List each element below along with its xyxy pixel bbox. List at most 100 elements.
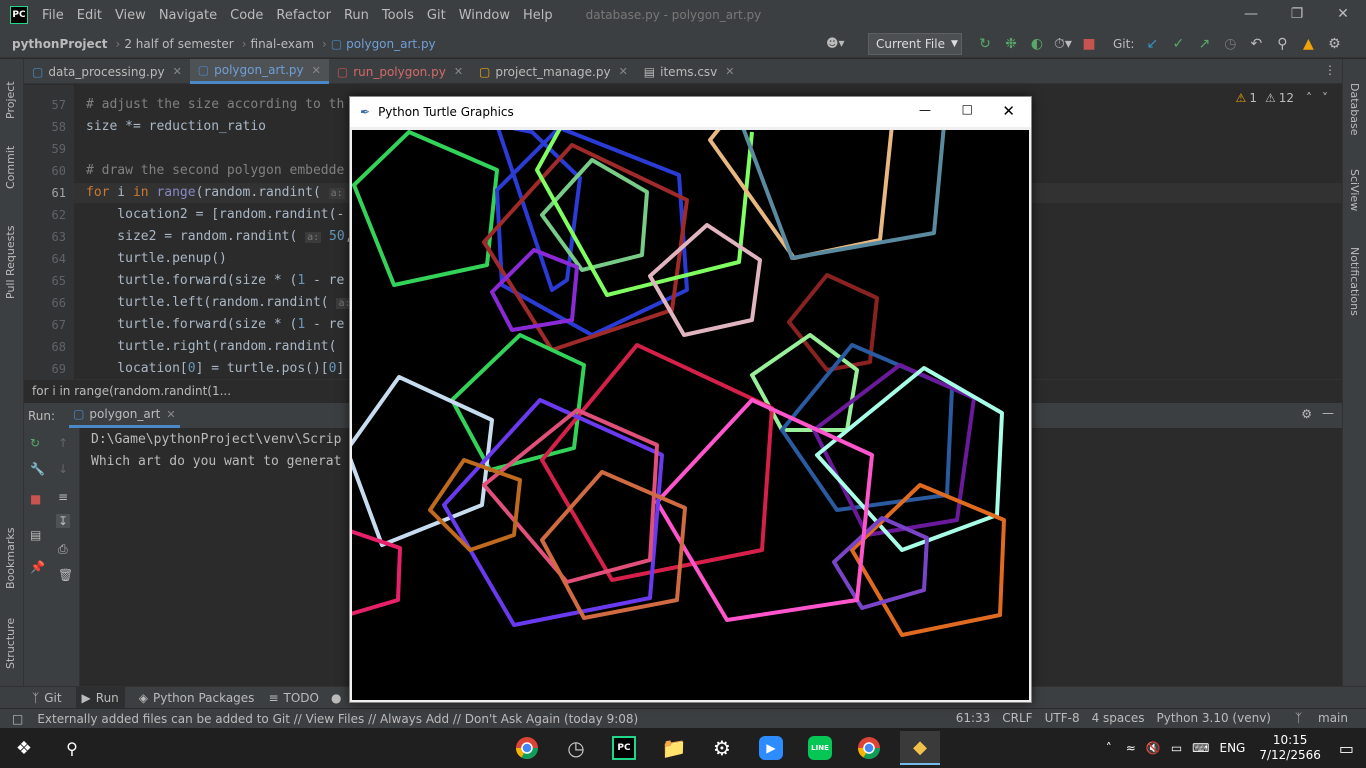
turtle-graphics-window[interactable]: ✒ Python Turtle Graphics — □ ✕ — [345, 96, 1032, 703]
stop-icon[interactable]: ■ — [1079, 34, 1099, 54]
history-icon[interactable]: ◷ — [1220, 34, 1240, 54]
tab-items-csv[interactable]: ▤ items.csv ✕ — [636, 59, 743, 84]
database-tool-tab[interactable]: Database — [1348, 83, 1361, 136]
tab-run-polygon[interactable]: ▢ run_polygon.py ✕ — [329, 59, 471, 84]
close-tab-icon[interactable]: ✕ — [166, 408, 175, 421]
updates-icon[interactable]: ▲ — [1298, 34, 1318, 54]
pycharm-icon[interactable]: PC — [610, 734, 638, 762]
settings-icon[interactable]: ⚙ — [1301, 407, 1312, 421]
breadcrumb-subfolder[interactable]: final-exam — [251, 37, 315, 51]
close-tab-icon[interactable]: ✕ — [725, 65, 734, 78]
breadcrumb-folder-2[interactable]: semester — [178, 37, 234, 51]
input-method-icon[interactable]: ⌨ — [1192, 741, 1209, 755]
indent-setting[interactable]: 4 spaces — [1092, 711, 1145, 725]
run-configuration-select[interactable]: Current File ▼ — [868, 33, 962, 55]
menu-edit[interactable]: Edit — [77, 8, 102, 23]
python-packages-tool-button[interactable]: ◈ Python Packages — [139, 691, 255, 705]
file-explorer-icon[interactable]: 📁 — [660, 734, 688, 762]
close-icon[interactable]: ✕ — [1002, 102, 1015, 120]
menu-help[interactable]: Help — [523, 8, 553, 23]
maximize-icon[interactable]: □ — [962, 102, 973, 116]
profile-icon[interactable]: ⏱▾ — [1053, 34, 1073, 54]
battery-icon[interactable]: ▭ — [1171, 741, 1182, 755]
windows-start-icon[interactable]: ❖ — [10, 734, 38, 762]
restore-icon[interactable]: ❐ — [1274, 0, 1320, 28]
wifi-icon[interactable]: ≈ — [1126, 741, 1136, 755]
clock[interactable]: 10:15 7/12/2566 — [1259, 733, 1321, 763]
tab-data-processing[interactable]: ▢ data_processing.py ✕ — [24, 59, 190, 84]
status-toggle-icon[interactable]: □ — [12, 712, 23, 726]
trash-icon[interactable]: 🗑 — [58, 568, 73, 582]
scope-breadcrumb[interactable]: for i in range(random.randint(1... — [32, 384, 231, 398]
close-icon[interactable]: ✕ — [1320, 0, 1366, 28]
turtle-canvas[interactable] — [345, 123, 1029, 700]
breadcrumb-file[interactable]: polygon_art.py — [346, 37, 435, 51]
rerun-icon[interactable]: ↻ — [30, 436, 40, 450]
wrench-icon[interactable]: 🔧 — [30, 462, 45, 476]
arrow-up-icon[interactable]: ↑ — [58, 436, 68, 450]
more-options-icon[interactable]: ⋮ — [1324, 63, 1336, 77]
rollback-icon[interactable]: ↶ — [1246, 34, 1266, 54]
menu-tools[interactable]: Tools — [382, 8, 414, 23]
chevron-up-icon[interactable]: ˄ — [1306, 91, 1312, 105]
settings-icon[interactable]: ⚙ — [1324, 34, 1344, 54]
minimize-icon[interactable]: — — [919, 103, 931, 117]
python-turtle-icon[interactable]: ◆ — [900, 731, 940, 765]
soft-wrap-icon[interactable]: ≡ — [58, 490, 68, 504]
menu-navigate[interactable]: Navigate — [159, 8, 217, 23]
menu-window[interactable]: Window — [459, 8, 510, 23]
speedometer-app-icon[interactable]: ◷ — [562, 734, 590, 762]
stop-icon[interactable]: ■ — [30, 492, 41, 506]
arrow-down-icon[interactable]: ↓ — [58, 462, 68, 476]
turtle-window-titlebar[interactable]: ✒ Python Turtle Graphics — □ ✕ — [350, 97, 1031, 127]
bookmarks-tool-tab[interactable]: Bookmarks — [4, 528, 17, 589]
problems-icon[interactable]: ● — [331, 691, 341, 705]
menu-refactor[interactable]: Refactor — [276, 8, 331, 23]
tab-project-manage[interactable]: ▢ project_manage.py ✕ — [471, 59, 636, 84]
search-icon[interactable]: ⚲ — [1272, 34, 1292, 54]
git-commit-icon[interactable]: ✓ — [1168, 34, 1188, 54]
sciview-tool-tab[interactable]: SciView — [1348, 169, 1361, 211]
notification-center-icon[interactable]: ▭ — [1339, 739, 1354, 758]
tab-polygon-art[interactable]: ▢ polygon_art.py ✕ — [189, 59, 329, 84]
chevron-up-icon[interactable]: ˄ — [1106, 741, 1112, 755]
git-tool-button[interactable]: ᛉ Git — [32, 691, 62, 705]
pull-requests-tool-tab[interactable]: Pull Requests — [4, 226, 17, 299]
breadcrumb-project[interactable]: pythonProject — [12, 37, 108, 51]
rerun-icon[interactable]: ↻ — [975, 34, 995, 54]
layout-icon[interactable]: ▤ — [30, 528, 41, 542]
notifications-tool-tab[interactable]: Notifications — [1348, 247, 1361, 316]
menu-code[interactable]: Code — [230, 8, 263, 23]
git-branch[interactable]: ᛉ main — [1283, 711, 1348, 725]
git-update-icon[interactable]: ↙ — [1142, 34, 1162, 54]
hide-panel-icon[interactable]: — — [1322, 406, 1334, 420]
todo-tool-button[interactable]: ≡ TODO — [268, 691, 319, 705]
inspection-widget[interactable]: ⚠ 1 ⚠ 12 ˄ ˅ — [1236, 91, 1328, 105]
menu-view[interactable]: View — [115, 8, 146, 23]
line-separator[interactable]: CRLF — [1002, 711, 1032, 725]
pycharm-logo-icon[interactable]: PC — [10, 6, 28, 24]
settings-icon[interactable]: ⚙ — [708, 734, 736, 762]
volume-icon[interactable]: 🔇 — [1146, 741, 1161, 755]
commit-tool-tab[interactable]: Commit — [4, 146, 17, 189]
scroll-to-end-icon[interactable]: ↧ — [56, 514, 71, 528]
project-tool-tab[interactable]: Project — [4, 81, 17, 119]
chevron-down-icon[interactable]: ˅ — [1322, 91, 1328, 105]
print-icon[interactable]: ⎙ — [58, 542, 68, 557]
line-app-icon[interactable]: LINE — [806, 734, 834, 762]
run-tool-button[interactable]: ▶ Run — [75, 686, 125, 709]
chrome-profile-icon[interactable] — [855, 734, 883, 762]
close-tab-icon[interactable]: ✕ — [454, 65, 463, 78]
close-tab-icon[interactable]: ✕ — [312, 64, 321, 77]
git-push-icon[interactable]: ↗ — [1194, 34, 1214, 54]
run-config-tab[interactable]: ▢ polygon_art ✕ — [69, 403, 180, 428]
language-indicator[interactable]: ENG — [1219, 741, 1245, 755]
pin-icon[interactable]: 📌 — [30, 560, 45, 574]
debug-icon[interactable]: ❉ — [1001, 34, 1021, 54]
user-icon[interactable]: ☻▾ — [826, 36, 845, 50]
zoom-icon[interactable]: ▶ — [757, 734, 785, 762]
menu-file[interactable]: File — [42, 8, 64, 23]
structure-tool-tab[interactable]: Structure — [4, 618, 17, 669]
minimize-icon[interactable]: — — [1228, 0, 1274, 28]
search-icon[interactable]: ⚲ — [58, 734, 86, 762]
